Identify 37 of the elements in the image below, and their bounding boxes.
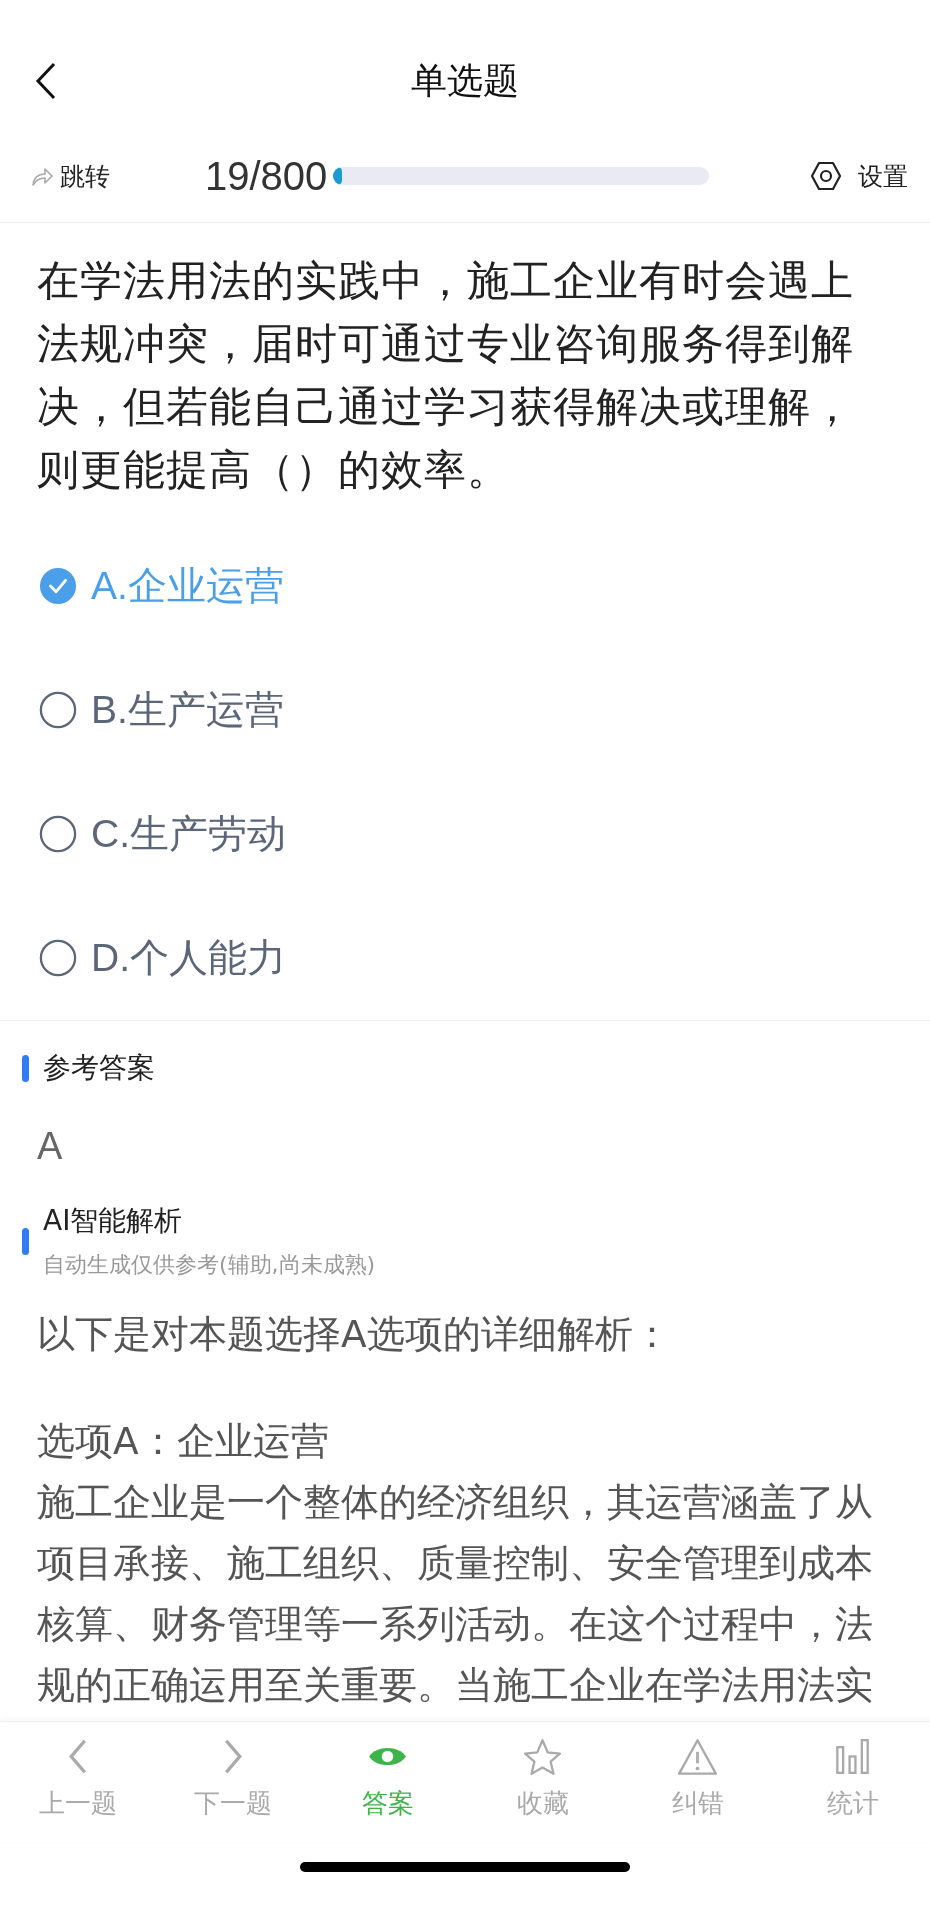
- section-title: 参考答案: [43, 1050, 155, 1086]
- tab-button[interactable]: 下一题: [155, 1722, 310, 1842]
- back-icon[interactable]: [34, 61, 58, 101]
- answer-option[interactable]: A.企业运营: [0, 524, 930, 648]
- analysis-paragraph: 以下是对本题选择A选项的详细解析：: [36, 1311, 672, 1358]
- section-title: AI智能解析: [43, 1203, 184, 1239]
- tab-button[interactable]: 答案: [310, 1722, 465, 1842]
- warning-icon: [678, 1738, 717, 1775]
- accent-bar: [22, 1054, 29, 1082]
- radio-icon: [39, 691, 77, 729]
- answer-option[interactable]: C.生产劳动: [0, 772, 930, 896]
- accent-bar: [22, 1227, 29, 1255]
- radio-icon: [39, 939, 77, 977]
- answer-text: A: [36, 1125, 64, 1168]
- radio-icon: [39, 815, 77, 853]
- analysis-paragraph: 施工企业是一个整体的经济组织，其运营涵盖了从项目承接、施工组织、质量控制、安全管理到成本核算、财务管理等一系列活动。在这个过程中，法规的正确运用至关重要。当施工企业在学法用法实: [36, 1479, 874, 1709]
- next-icon: [223, 1738, 242, 1775]
- tab-button[interactable]: 纠错: [620, 1722, 775, 1842]
- answer-option[interactable]: D.个人能力: [0, 896, 930, 1020]
- tab-button[interactable]: 收藏: [465, 1722, 620, 1842]
- share-arrow-icon: [30, 165, 54, 187]
- answer-option[interactable]: B.生产运营: [0, 648, 930, 772]
- settings-button[interactable]: 设置: [810, 159, 908, 193]
- section-subtitle: 自动生成仅供参考(辅助,尚未成熟): [43, 1251, 376, 1279]
- tab-button[interactable]: 统计: [775, 1722, 930, 1842]
- analysis-paragraph: 选项A：企业运营: [36, 1418, 330, 1465]
- bar-chart-icon: [835, 1739, 870, 1774]
- tab-button[interactable]: 上一题: [0, 1722, 155, 1842]
- progress-count: 19/800: [205, 153, 328, 199]
- settings-icon: [810, 160, 842, 192]
- checked-radio-icon: [39, 567, 77, 605]
- previous-icon: [68, 1738, 87, 1775]
- question-text: 在学法用法的实践中，施工企业有时会遇上法规冲突，届时可通过专业咨询服务得到解决，但若能自己通过学习获得解决或理解，则更能提高（）的效率。: [36, 255, 855, 496]
- page-title: 单选题: [411, 58, 519, 103]
- jump-button[interactable]: 跳转: [30, 159, 205, 193]
- star-icon: [524, 1738, 561, 1775]
- eye-icon: [368, 1745, 407, 1768]
